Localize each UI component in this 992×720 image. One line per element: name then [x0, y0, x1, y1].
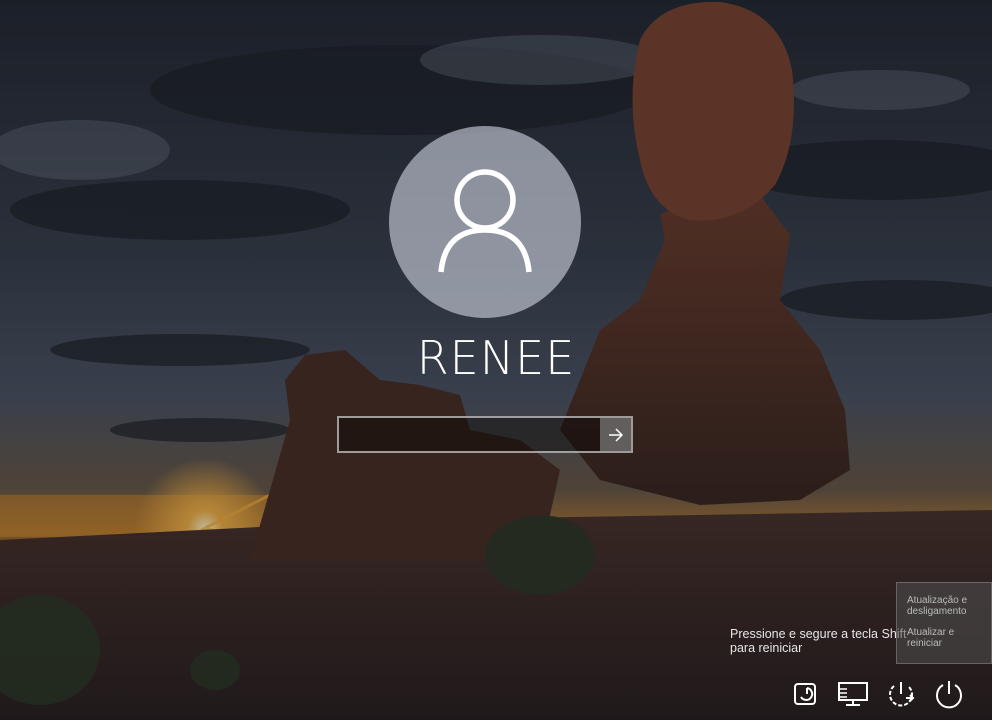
accessibility-button[interactable] [787, 676, 823, 712]
shift-restart-hint: Pressione e segure a tecla Shift para re… [730, 627, 907, 655]
update-button[interactable] [883, 676, 919, 712]
menu-item-update-restart[interactable]: Atualizar e reiniciar [907, 627, 987, 649]
password-field-container [337, 416, 633, 453]
power-menu: Atualização e desligamento Atualizar e r… [896, 582, 992, 664]
username-label: RENEE [416, 331, 576, 385]
user-icon [438, 169, 532, 273]
arrow-right-icon [608, 427, 623, 442]
network-button[interactable] [835, 676, 871, 712]
accessibility-icon [794, 683, 816, 705]
password-input[interactable] [339, 418, 600, 451]
user-avatar [389, 126, 581, 318]
power-button[interactable] [931, 676, 967, 712]
update-power-icon [889, 682, 915, 707]
power-icon [936, 681, 962, 709]
network-icon [838, 682, 868, 706]
submit-button[interactable] [600, 418, 631, 451]
menu-item-update-shutdown[interactable]: Atualização e desligamento [907, 595, 987, 617]
lockscreen-bottom-bar [0, 676, 992, 712]
